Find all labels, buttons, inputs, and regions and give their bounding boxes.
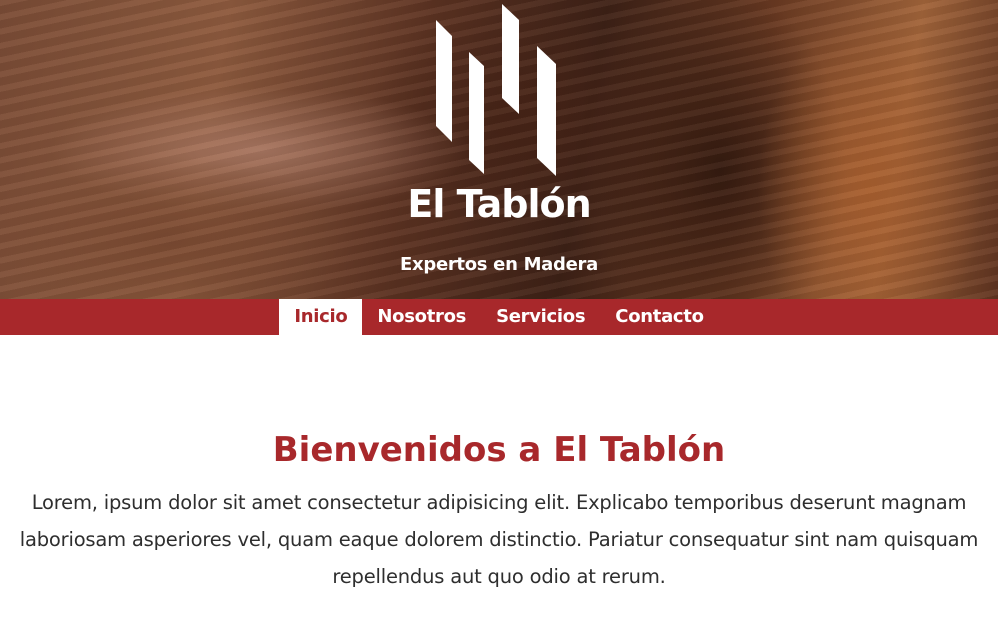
nav-item-contacto[interactable]: Contacto — [600, 299, 718, 335]
site-title: El Tablón — [407, 182, 591, 226]
nav-item-servicios[interactable]: Servicios — [481, 299, 600, 335]
wood-planks-logo-icon — [436, 4, 556, 176]
intro-paragraph: Lorem, ipsum dolor sit amet consectetur … — [19, 491, 979, 588]
welcome-heading: Bienvenidos a El Tablón — [272, 430, 726, 470]
main-navigation: Inicio Nosotros Servicios Contacto — [0, 299, 998, 335]
nav-item-nosotros[interactable]: Nosotros — [362, 299, 481, 335]
hero-header: El Tablón Expertos en Madera — [0, 0, 998, 299]
main-content: Bienvenidos a El Tablón Lorem, ipsum dol… — [0, 335, 998, 595]
nav-item-inicio[interactable]: Inicio — [279, 299, 363, 335]
site-tagline: Expertos en Madera — [400, 254, 598, 275]
